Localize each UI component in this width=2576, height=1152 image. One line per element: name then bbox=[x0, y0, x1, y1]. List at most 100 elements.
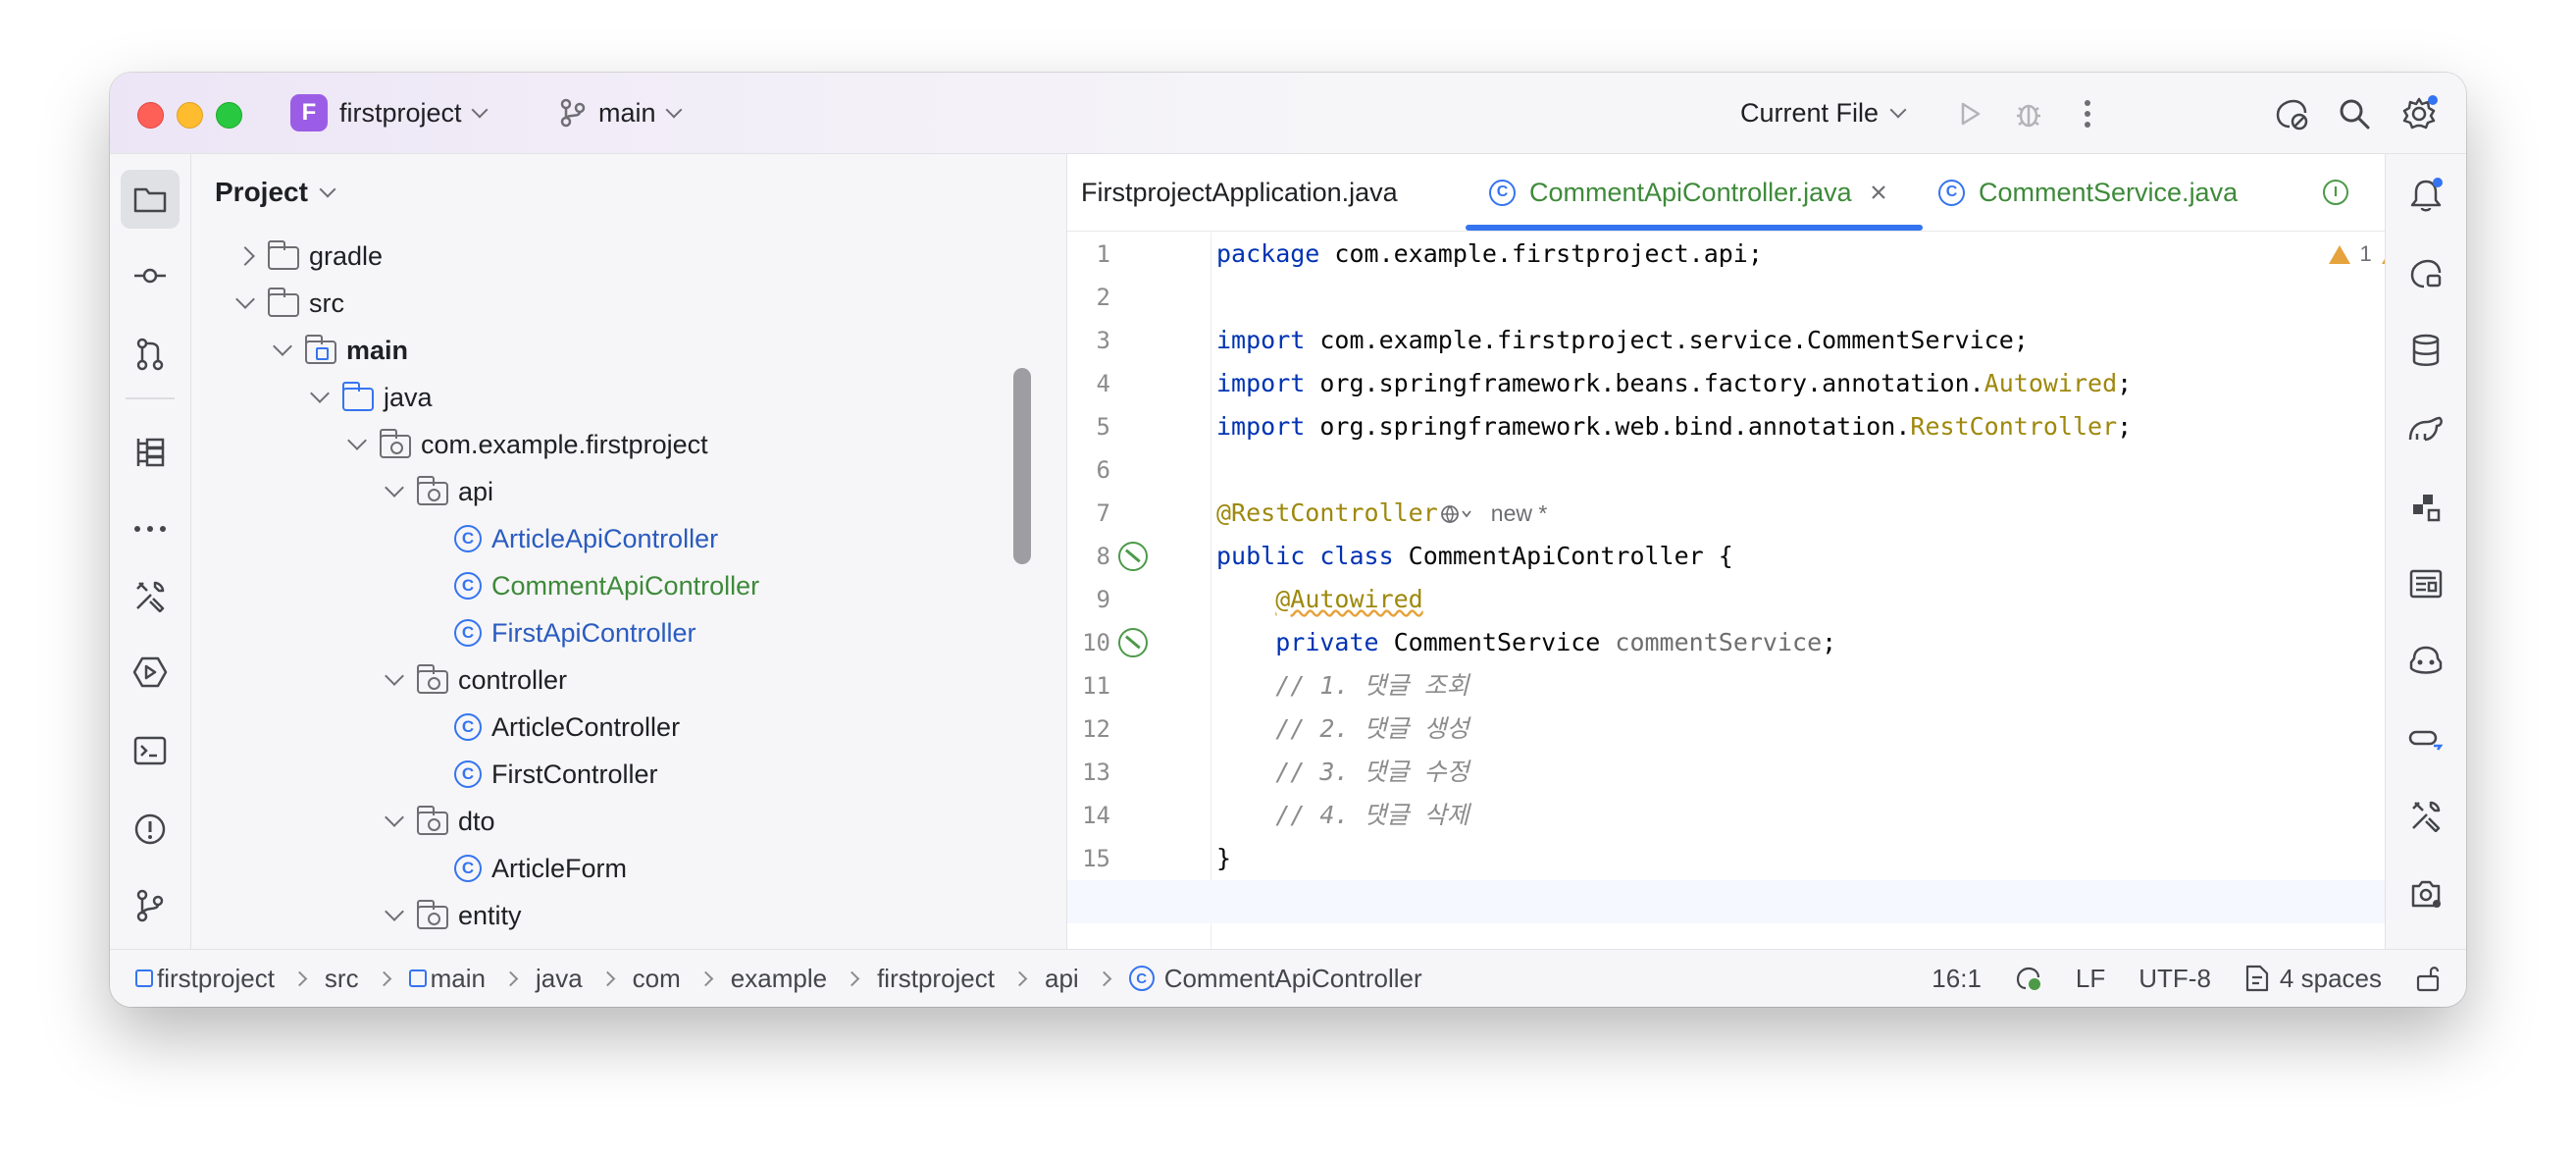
close-window-button[interactable] bbox=[137, 102, 164, 129]
tree-item-partial[interactable]: C bbox=[191, 939, 1066, 949]
warning-count: 1 bbox=[2359, 241, 2372, 266]
chevron-down-icon[interactable] bbox=[235, 289, 255, 309]
tab-comment-service[interactable]: C CommentService.java bbox=[1938, 154, 2238, 231]
tab-firstproject-application[interactable]: FirstprojectApplication.java bbox=[1081, 154, 1398, 231]
endpoints-icon[interactable] bbox=[2396, 478, 2455, 537]
tools-icon[interactable] bbox=[2396, 786, 2455, 845]
ai-status-icon[interactable] bbox=[2015, 966, 2042, 991]
breadcrumb-item[interactable]: com bbox=[633, 964, 681, 994]
close-tab-icon[interactable] bbox=[1870, 183, 1887, 201]
build-tools-icon[interactable] bbox=[121, 566, 180, 625]
search-icon[interactable] bbox=[2335, 94, 2374, 133]
line-separator[interactable]: LF bbox=[2076, 964, 2105, 994]
code-keyword: import bbox=[1216, 326, 1306, 354]
breadcrumb-item[interactable]: example bbox=[731, 964, 827, 994]
branch-switcher[interactable]: main bbox=[559, 92, 683, 133]
tree-item-label: ArticleController bbox=[491, 711, 681, 742]
tree-item-gradle[interactable]: gradle bbox=[191, 233, 1066, 280]
editor-tabs: FirstprojectApplication.java C CommentAp… bbox=[1067, 154, 2466, 232]
chevron-down-icon[interactable] bbox=[310, 384, 330, 403]
tab-interface-truncated[interactable]: I bbox=[2323, 154, 2348, 231]
debug-icon[interactable] bbox=[2009, 94, 2048, 133]
project-panel-header[interactable]: Project bbox=[191, 154, 1066, 231]
tree-item-firstcontroller[interactable]: C FirstController bbox=[191, 751, 1066, 798]
tree-item-controller[interactable]: controller bbox=[191, 656, 1066, 704]
spring-bean-icon[interactable] bbox=[1118, 542, 1148, 571]
tree-item-com-example-firstproject[interactable]: com.example.firstproject bbox=[191, 421, 1066, 468]
chevron-down-icon[interactable] bbox=[385, 808, 404, 827]
chevron-down-icon[interactable] bbox=[347, 431, 367, 450]
tree-item-src[interactable]: src bbox=[191, 280, 1066, 327]
file-encoding[interactable]: UTF-8 bbox=[2138, 964, 2211, 994]
tree-item-articlecontroller[interactable]: C ArticleController bbox=[191, 704, 1066, 751]
tree-item-java[interactable]: java bbox=[191, 374, 1066, 421]
tree-item-dto[interactable]: dto bbox=[191, 798, 1066, 845]
breadcrumb-item[interactable]: C CommentApiController bbox=[1128, 964, 1422, 994]
services-icon[interactable] bbox=[121, 643, 180, 702]
author-inlay-hint[interactable]: new * bbox=[1491, 500, 1548, 526]
code-text: ; bbox=[1822, 628, 1837, 656]
unlock-icon[interactable] bbox=[2415, 965, 2441, 992]
git-icon[interactable] bbox=[121, 876, 180, 935]
problems-icon[interactable] bbox=[121, 800, 180, 859]
more-tools-icon[interactable] bbox=[121, 499, 180, 558]
chevron-down-icon[interactable] bbox=[273, 337, 292, 356]
settings-icon[interactable] bbox=[2399, 94, 2439, 133]
chevron-down-icon[interactable] bbox=[385, 478, 404, 497]
zoom-window-button[interactable] bbox=[216, 102, 242, 129]
notifications-icon[interactable] bbox=[2396, 166, 2455, 225]
chevron-down-icon[interactable] bbox=[385, 902, 404, 921]
news-icon[interactable] bbox=[2396, 554, 2455, 613]
tree-item-articleapicontroller[interactable]: C ArticleApiController bbox=[191, 515, 1066, 562]
code-annotation: @RestController bbox=[1216, 498, 1438, 527]
gradle-icon[interactable] bbox=[2396, 399, 2455, 458]
database-icon[interactable] bbox=[2396, 321, 2455, 380]
scrollbar[interactable] bbox=[1013, 368, 1031, 564]
breadcrumb-item[interactable]: java bbox=[536, 964, 583, 994]
tab-comment-api-controller[interactable]: C CommentApiController.java bbox=[1489, 154, 1887, 231]
minimize-window-button[interactable] bbox=[177, 102, 203, 129]
tab-label: CommentService.java bbox=[1979, 177, 2239, 207]
code-text: ; bbox=[2117, 369, 2133, 397]
breadcrumb-item[interactable]: api bbox=[1045, 964, 1079, 994]
tree-item-entity[interactable]: entity bbox=[191, 892, 1066, 939]
breadcrumb-item[interactable]: firstproject bbox=[135, 964, 275, 994]
globe-icon[interactable] bbox=[1438, 498, 1475, 527]
ai-chat-icon[interactable] bbox=[2396, 244, 2455, 303]
line-number: 3 bbox=[1096, 327, 1110, 354]
indent-widget[interactable]: 4 spaces bbox=[2244, 964, 2382, 994]
code-area[interactable]: package com.example.firstproject.api; imp… bbox=[1067, 233, 2466, 949]
tree-item-commentapicontroller[interactable]: C CommentApiController bbox=[191, 562, 1066, 609]
tree-item-firstapicontroller[interactable]: C FirstApiController bbox=[191, 609, 1066, 656]
run-configuration-selector[interactable]: Current File bbox=[1740, 92, 1907, 133]
breadcrumb-label: firstproject bbox=[877, 963, 995, 993]
code-text: com.example.firstproject.service.Comment… bbox=[1305, 326, 2029, 354]
spring-bean-icon[interactable] bbox=[1118, 628, 1148, 657]
chevron-down-icon[interactable] bbox=[385, 666, 404, 686]
breadcrumb-item[interactable]: firstproject bbox=[877, 964, 995, 994]
run-icon[interactable] bbox=[1950, 94, 1989, 133]
project-switcher[interactable]: F firstproject bbox=[290, 92, 489, 133]
learn-icon[interactable] bbox=[2396, 864, 2455, 923]
tree-item-articleform[interactable]: C ArticleForm bbox=[191, 845, 1066, 892]
more-vertical-icon[interactable] bbox=[2068, 94, 2107, 133]
tree-item-api[interactable]: api bbox=[191, 468, 1066, 515]
code-line: package com.example.firstproject.api; bbox=[1216, 233, 1763, 276]
code-keyword: import bbox=[1216, 369, 1306, 397]
chevron-right-icon[interactable] bbox=[235, 246, 255, 266]
caret-position[interactable]: 16:1 bbox=[1932, 964, 1982, 994]
tree-item-label: entity bbox=[458, 900, 522, 930]
tree-item-main[interactable]: main bbox=[191, 327, 1066, 374]
copilot-icon[interactable] bbox=[2396, 631, 2455, 690]
ai-assistant-icon[interactable] bbox=[2272, 94, 2311, 133]
breadcrumb-item[interactable]: src bbox=[325, 964, 359, 994]
folder-icon bbox=[267, 288, 299, 317]
structure-icon[interactable] bbox=[121, 423, 180, 482]
breadcrumb-item[interactable]: main bbox=[408, 964, 486, 994]
terminal-icon[interactable] bbox=[121, 721, 180, 780]
code-text: org.springframework.beans.factory.annota… bbox=[1305, 369, 1984, 397]
project-tool-icon[interactable] bbox=[121, 170, 180, 229]
http-client-icon[interactable] bbox=[2396, 709, 2455, 768]
commit-icon[interactable] bbox=[121, 246, 180, 305]
pull-requests-icon[interactable] bbox=[121, 325, 180, 384]
